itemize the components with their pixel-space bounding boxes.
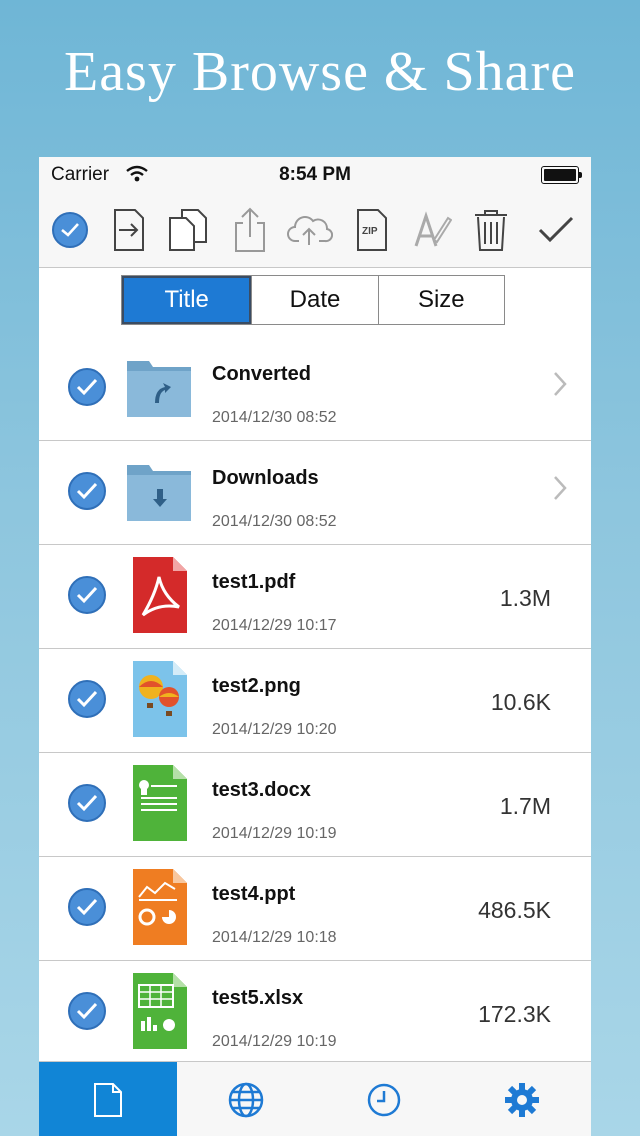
tab-settings[interactable] [453,1062,591,1136]
file-size: 1.7M [499,793,551,819]
checked-icon[interactable] [67,471,107,511]
folder-converted-icon [127,361,191,417]
phone-screen: Carrier 8:54 PM ZIP Title Date Size Conv… [39,157,591,1136]
file-date: 2014/12/30 08:52 [212,409,337,426]
rename-icon [414,211,452,247]
zip-label: ZIP [362,226,378,237]
sort-date-button[interactable]: Date [251,276,377,324]
copy-button[interactable] [165,207,211,253]
chevron-right-icon [554,476,567,500]
recent-tab-icon [367,1083,401,1116]
sort-segmented-control: Title Date Size [121,275,505,325]
share-button[interactable] [227,207,273,253]
sort-size-button[interactable]: Size [377,276,504,324]
done-checkmark-icon [538,216,574,243]
web-tab-icon [228,1082,264,1117]
status-time: 8:54 PM [279,164,351,185]
file-size: 172.3K [478,1001,551,1027]
checked-icon[interactable] [67,887,107,927]
powerpoint-file-icon [133,869,187,945]
list-item[interactable]: Converted 2014/12/30 08:52 [39,337,591,441]
tab-recent[interactable] [315,1062,453,1136]
promo-headline: Easy Browse & Share [63,41,576,103]
list-item[interactable]: test1.pdf 2014/12/29 10:17 1.3M [39,545,591,649]
file-name: Converted [212,363,311,385]
file-size: 486.5K [478,897,551,923]
file-list: Converted 2014/12/30 08:52 Downloads 201… [39,337,591,1065]
files-tab-icon [94,1082,122,1117]
tab-bar [39,1061,591,1136]
done-button[interactable] [533,207,579,253]
file-date: 2014/12/29 10:18 [212,929,337,946]
settings-tab-icon [505,1082,539,1117]
checked-icon[interactable] [67,575,107,615]
zip-button[interactable]: ZIP [349,207,395,253]
select-all-icon [52,212,88,248]
copy-icon [169,209,207,251]
rename-button[interactable] [409,207,455,253]
file-name: Downloads [212,467,319,489]
file-date: 2014/12/30 08:52 [212,513,337,530]
share-icon [235,207,265,252]
checked-icon[interactable] [67,783,107,823]
list-item[interactable]: Downloads 2014/12/30 08:52 [39,441,591,545]
file-date: 2014/12/29 10:20 [212,721,337,738]
checked-icon[interactable] [67,367,107,407]
image-file-icon [133,661,187,737]
battery-icon [541,166,582,184]
delete-button[interactable] [468,207,514,253]
tab-files[interactable] [39,1062,177,1136]
pdf-file-icon [133,557,187,633]
file-date: 2014/12/29 10:19 [212,825,337,842]
sort-title-button[interactable]: Title [122,276,252,324]
tab-web[interactable] [177,1062,315,1136]
file-name: test5.xlsx [212,987,304,1009]
file-name: test3.docx [212,779,311,801]
file-name: test2.png [212,675,301,697]
status-bar: Carrier 8:54 PM [39,157,591,193]
list-item[interactable]: test3.docx 2014/12/29 10:19 1.7M [39,753,591,857]
file-size: 1.3M [499,585,551,611]
folder-downloads-icon [127,465,191,521]
file-date: 2014/12/29 10:19 [212,1033,337,1050]
file-date: 2014/12/29 10:17 [212,617,337,634]
file-size: 10.6K [490,689,551,715]
move-button[interactable] [106,207,152,253]
chevron-right-icon [554,372,567,396]
file-name: test4.ppt [212,883,296,905]
list-item[interactable]: test4.ppt 2014/12/29 10:18 486.5K [39,857,591,961]
file-name: test1.pdf [212,571,296,593]
excel-file-icon [133,973,187,1049]
action-toolbar: ZIP [39,193,591,268]
word-file-icon [133,765,187,841]
list-item[interactable]: test5.xlsx 2014/12/29 10:19 172.3K [39,961,591,1065]
list-item[interactable]: test2.png 2014/12/29 10:20 10.6K [39,649,591,753]
cloud-upload-icon [287,216,333,245]
move-icon [114,209,144,251]
trash-icon [475,210,507,251]
select-all-button[interactable] [47,207,93,253]
checked-icon[interactable] [67,991,107,1031]
cloud-upload-button[interactable] [287,207,333,253]
checked-icon[interactable] [67,679,107,719]
